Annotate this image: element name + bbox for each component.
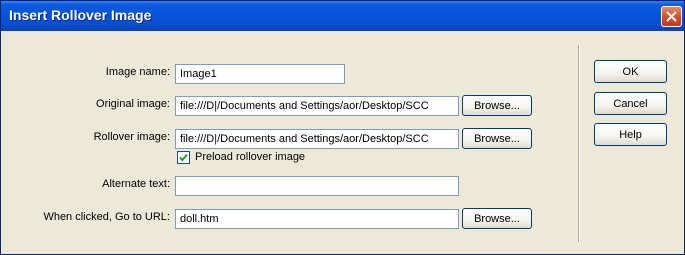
rollover-image-browse-button[interactable]: Browse... [462, 128, 532, 149]
close-button[interactable] [661, 6, 682, 27]
close-x-icon [666, 11, 677, 22]
help-button[interactable]: Help [594, 123, 667, 146]
window-title: Insert Rollover Image [9, 7, 152, 23]
ok-button[interactable]: OK [594, 60, 667, 83]
button-divider [578, 45, 580, 242]
url-browse-button[interactable]: Browse... [462, 208, 532, 229]
title-bar[interactable]: Insert Rollover Image [1, 1, 684, 31]
alternate-text-label: Alternate text: [102, 178, 170, 190]
checkmark-icon [179, 153, 188, 162]
image-name-input[interactable]: Image1 [175, 64, 345, 84]
url-label: When clicked, Go to URL: [43, 211, 170, 223]
rollover-image-label: Rollover image: [93, 131, 170, 143]
cancel-button[interactable]: Cancel [594, 92, 667, 115]
alternate-text-input[interactable] [175, 176, 459, 196]
url-input[interactable]: doll.htm [175, 209, 459, 229]
insert-rollover-image-dialog: Insert Rollover Image Image name: Image1… [0, 0, 685, 255]
image-name-label: Image name: [105, 66, 170, 78]
dialog-body: Image name: Image1 Original image: file:… [4, 31, 681, 252]
original-image-browse-button[interactable]: Browse... [462, 95, 532, 116]
original-image-input[interactable]: file:///D|/Documents and Settings/aor/De… [175, 96, 459, 116]
rollover-image-input[interactable]: file:///D|/Documents and Settings/aor/De… [175, 129, 459, 149]
preload-checkbox-label[interactable]: Preload rollover image [195, 151, 305, 163]
original-image-label: Original image: [96, 98, 170, 110]
preload-checkbox[interactable] [177, 151, 190, 164]
